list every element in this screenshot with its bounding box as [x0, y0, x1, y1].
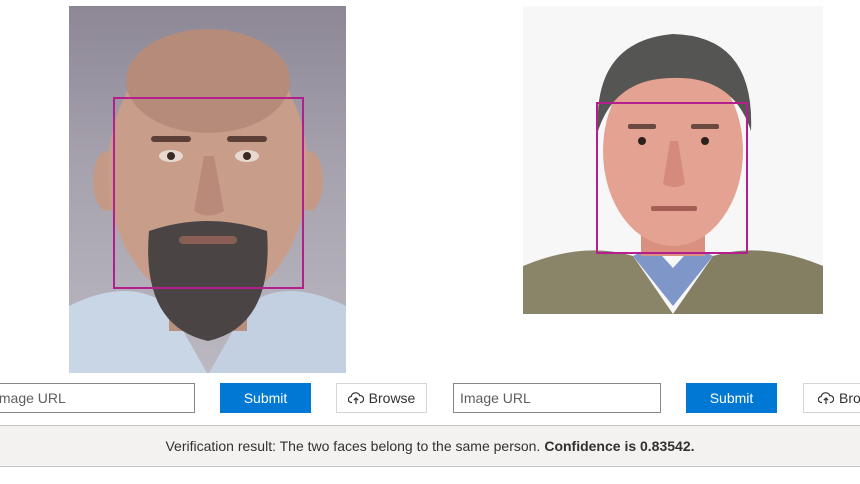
right-browse-label: Browse	[839, 390, 860, 406]
left-submit-button[interactable]: Submit	[220, 383, 311, 413]
right-browse-button[interactable]: Browse	[803, 383, 860, 413]
left-image-url-input[interactable]	[0, 383, 195, 413]
confidence-text: Confidence is 0.83542.	[544, 438, 695, 454]
right-face-rectangle	[596, 102, 748, 254]
verification-result-bar: Verification result: The two faces belon…	[0, 425, 860, 467]
right-face-photo	[523, 6, 823, 314]
left-browse-label: Browse	[368, 390, 416, 406]
left-face-rectangle	[113, 97, 304, 289]
cloud-upload-icon	[347, 392, 364, 404]
left-browse-button[interactable]: Browse	[336, 383, 427, 413]
face-verification-app: Submit Browse Submit Browse Verification…	[0, 0, 860, 484]
right-image-url-input[interactable]	[453, 383, 661, 413]
right-submit-button[interactable]: Submit	[686, 383, 777, 413]
cloud-upload-icon	[818, 392, 834, 404]
left-face-photo	[69, 6, 346, 373]
verification-result-text: Verification result: The two faces belon…	[165, 438, 541, 454]
